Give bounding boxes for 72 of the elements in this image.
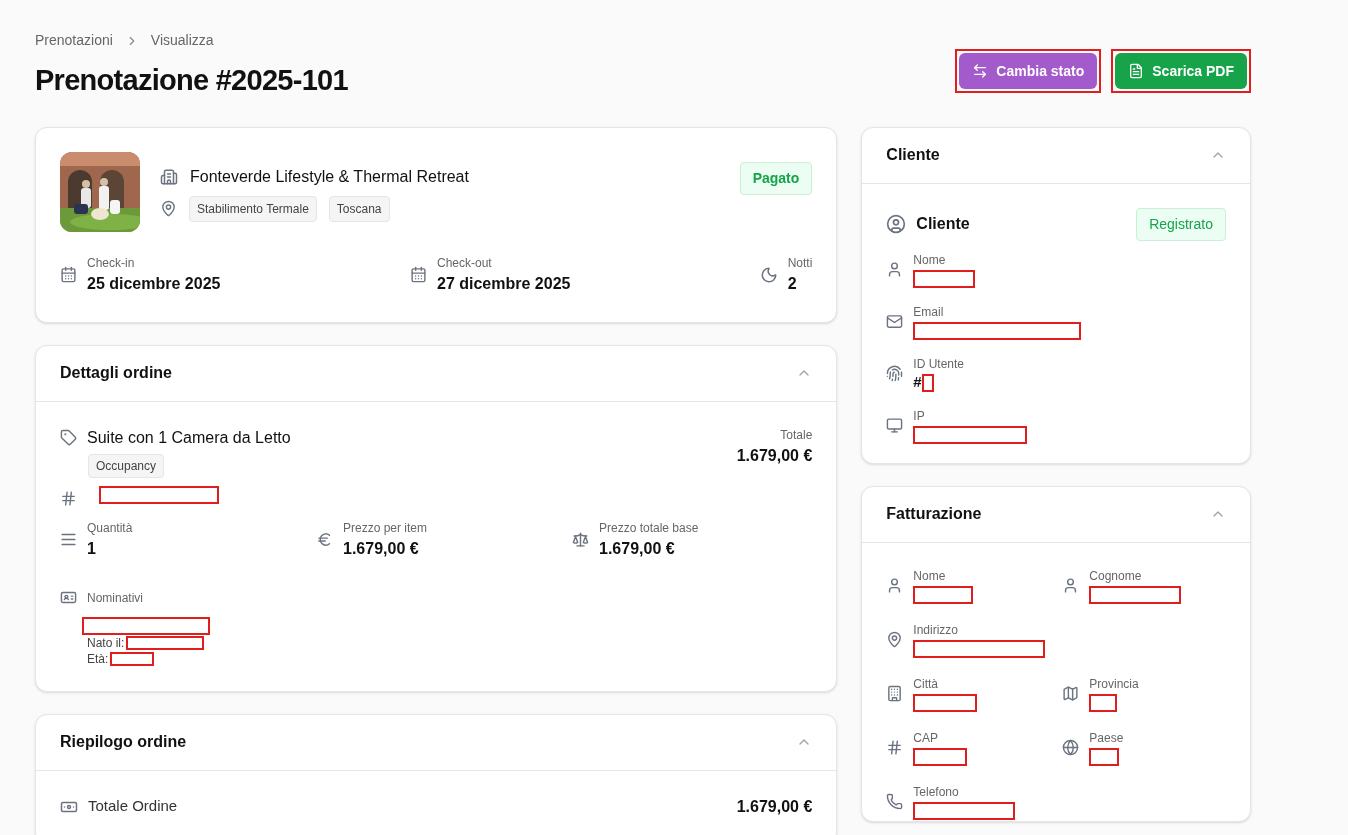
calendar-icon: [60, 266, 77, 283]
summary-value: 1.679,00 €: [736, 796, 813, 817]
user-circle-icon: [886, 214, 907, 234]
field-label: Cognome: [1089, 567, 1143, 585]
tag-chip: Stabilimento Termale: [189, 195, 317, 222]
field-label: CAP: [913, 729, 939, 747]
field-value: 27 dicembre 2025: [437, 273, 571, 294]
field-value: 1: [87, 538, 97, 559]
hash-icon: [60, 489, 77, 507]
field-label: Check-out: [437, 254, 493, 272]
field-label: ID Utente: [913, 355, 965, 373]
document-icon: [1128, 63, 1145, 79]
map-pin-icon: [160, 200, 177, 217]
card-title: Cliente: [886, 145, 940, 165]
field-label: Indirizzo: [913, 621, 959, 639]
status-button[interactable]: Cambia stato: [959, 53, 1098, 89]
item-badge: Occupancy: [88, 453, 165, 478]
field-label: Telefono: [913, 783, 960, 801]
total-amount: 1.679,00 €: [736, 445, 813, 466]
card-title: Riepilogo ordine: [60, 732, 187, 752]
mail-icon: [886, 313, 904, 330]
tag-icon: [60, 429, 77, 446]
map-pin-icon: [886, 631, 904, 648]
field-label: Prezzo totale base: [599, 519, 699, 537]
field-value: 25 dicembre 2025: [87, 273, 221, 294]
status-badge: Registrato: [1136, 207, 1226, 241]
field-label: Provincia: [1089, 675, 1139, 693]
summary-label: Totale Ordine: [88, 796, 178, 817]
page-title: Prenotazione #2025-101: [35, 63, 348, 98]
field-label: Prezzo per item: [343, 519, 428, 537]
building-icon: [160, 167, 178, 186]
field-label: Nominativi: [87, 589, 143, 607]
download-button[interactable]: Scarica PDF: [1115, 53, 1247, 89]
id-card-icon: [60, 589, 77, 606]
field-value: 1.679,00 €: [599, 538, 676, 559]
field-label: Nome: [913, 567, 947, 585]
card-title: Dettagli ordine: [60, 363, 172, 383]
scale-icon: [572, 531, 589, 548]
swap-arrows-icon: [972, 63, 989, 79]
item-name: Suite con 1 Camera da Letto: [87, 427, 291, 448]
breadcrumb-link[interactable]: Visualizza: [150, 30, 214, 51]
field-label: Paese: [1089, 729, 1124, 747]
status-badge: Pagato: [739, 161, 813, 195]
tag-chip: Toscana: [328, 195, 390, 222]
field-label: Quantità: [87, 519, 133, 537]
list-icon: [60, 531, 77, 548]
field-label: Notti: [787, 254, 813, 272]
field-value: 1.679,00 €: [343, 538, 420, 559]
property-name: Fonteverde Lifestyle & Thermal Retreat: [190, 166, 469, 187]
moon-icon: [759, 265, 778, 284]
card-title: Fatturazione: [886, 504, 982, 524]
hash-icon: [886, 739, 904, 756]
field-label: Totale: [780, 426, 813, 444]
monitor-icon: [886, 417, 904, 434]
guest-detail-label: Nato il:: [87, 634, 125, 652]
breadcrumb-link[interactable]: Prenotazioni: [35, 30, 113, 51]
globe-icon: [1062, 739, 1080, 756]
section-heading: Cliente: [916, 214, 970, 234]
field-value: 2: [787, 273, 798, 294]
field-label: Email: [913, 303, 945, 321]
phone-icon: [886, 793, 904, 810]
map-icon: [1062, 685, 1080, 702]
calendar-icon: [410, 266, 427, 283]
building-icon: [886, 685, 904, 702]
field-label: Check-in: [87, 254, 136, 272]
fingerprint-icon: [886, 365, 904, 382]
field-label: IP: [913, 407, 926, 425]
field-value: #: [913, 372, 922, 393]
field-label: Città: [913, 675, 939, 693]
field-label: Nome: [913, 251, 947, 269]
euro-icon: [316, 531, 333, 548]
guest-detail-label: Età:: [87, 650, 109, 668]
